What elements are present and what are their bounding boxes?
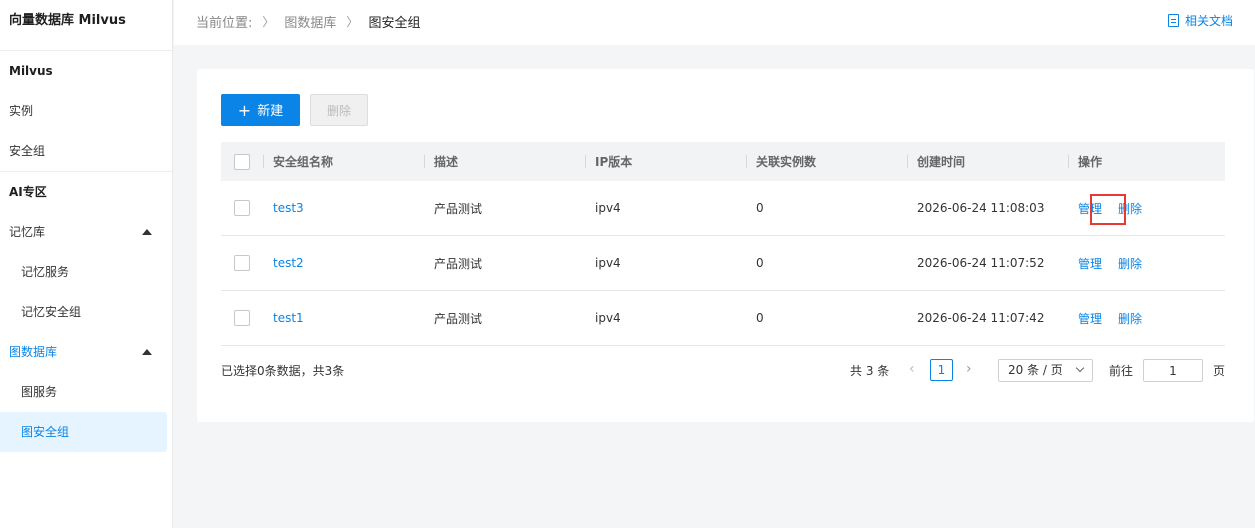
bulk-delete-button[interactable]: 删除: [310, 94, 368, 126]
sg-name-link[interactable]: test3: [273, 201, 304, 215]
breadcrumb: 当前位置: 〉 图数据库 〉 图安全组: [196, 12, 420, 31]
col-op: 操作: [1068, 142, 1225, 181]
highlight-box: [1090, 194, 1126, 225]
sidebar-item-label: 图数据库: [9, 345, 58, 359]
time-cell: 2026-06-24 11:07:52: [917, 256, 1045, 270]
page-unit-label: 页: [1213, 364, 1226, 378]
col-time: 创建时间: [907, 142, 1068, 181]
chevron-down-icon: [1075, 363, 1085, 373]
table-row: test2 产品测试 ipv4 0 2026-06-24 11:07:52 管理…: [221, 236, 1225, 291]
row-checkbox-cell: [221, 236, 263, 290]
caret-up-icon: [142, 349, 152, 355]
name-cell: test1: [263, 291, 424, 345]
time-cell: 2026-06-24 11:08:03: [917, 201, 1045, 215]
sidebar-item-instance[interactable]: 实例: [0, 91, 172, 131]
table-header: 安全组名称 描述 IP版本 关联实例数 创建时间 操作: [221, 142, 1225, 181]
count-cell: 0: [756, 256, 764, 270]
name-cell: test2: [263, 236, 424, 290]
page-size-value: 20 条 / 页: [1008, 363, 1063, 377]
row-checkbox[interactable]: [234, 255, 250, 271]
table-row: test1 产品测试 ipv4 0 2026-06-24 11:07:42 管理…: [221, 291, 1225, 346]
breadcrumb-graph-db[interactable]: 图数据库: [284, 12, 336, 31]
col-name: 安全组名称: [263, 142, 424, 181]
col-ip: IP版本: [585, 142, 746, 181]
total-count: 共 3 条: [850, 364, 890, 378]
top-bar: 当前位置: 〉 图数据库 〉 图安全组 相关文档: [174, 0, 1255, 45]
ip-cell: ipv4: [595, 256, 621, 270]
desc-cell: 产品测试: [434, 256, 483, 271]
sg-name-link[interactable]: test1: [273, 311, 304, 325]
goto-label: 前往: [1109, 364, 1134, 378]
pagination-footer: 已选择0条数据，共3条 共 3 条 ‹ 1 › 20 条 / 页 前往 页: [221, 359, 1226, 382]
sidebar-group-ai: AI专区: [9, 185, 47, 199]
sidebar-group-milvus: Milvus: [9, 64, 53, 78]
breadcrumb-prefix: 当前位置:: [196, 16, 253, 31]
count-cell: 0: [756, 201, 764, 215]
page-button-current[interactable]: 1: [930, 359, 953, 381]
security-group-table: 安全组名称 描述 IP版本 关联实例数 创建时间 操作 test3 产品测试 i…: [221, 142, 1225, 346]
row-checkbox[interactable]: [234, 310, 250, 326]
name-cell: test3: [263, 181, 424, 235]
delete-link[interactable]: 删除: [1118, 255, 1142, 272]
row-checkbox-cell: [221, 181, 263, 235]
chevron-right-icon[interactable]: ›: [966, 361, 972, 377]
new-button-label: 新建: [257, 104, 284, 119]
header-checkbox-cell: [221, 142, 263, 181]
sidebar-item-memory-sg[interactable]: 记忆安全组: [0, 292, 172, 332]
desc-cell: 产品测试: [434, 201, 483, 216]
selection-info: 已选择0条数据，共3条: [221, 364, 345, 378]
col-count: 关联实例数: [746, 142, 907, 181]
chevron-left-icon[interactable]: ‹: [909, 361, 915, 377]
col-desc: 描述: [424, 142, 585, 181]
select-all-checkbox[interactable]: [234, 153, 250, 170]
sidebar-item-graph-sg[interactable]: 图安全组: [0, 412, 167, 452]
row-checkbox-cell: [221, 291, 263, 345]
table-row: test3 产品测试 ipv4 0 2026-06-24 11:08:03 管理…: [221, 181, 1225, 236]
plus-icon: +: [237, 101, 252, 120]
delete-link[interactable]: 删除: [1118, 310, 1142, 327]
page-size-select[interactable]: 20 条 / 页: [998, 359, 1093, 382]
manage-link[interactable]: 管理: [1078, 255, 1102, 272]
row-checkbox[interactable]: [234, 200, 250, 216]
ip-cell: ipv4: [595, 311, 621, 325]
sidebar-item-graph-service[interactable]: 图服务: [0, 372, 172, 412]
chevron-right-icon: 〉: [262, 15, 275, 29]
op-cell: 管理 删除: [1068, 291, 1225, 345]
doc-link-label: 相关文档: [1184, 14, 1233, 28]
desc-cell: 产品测试: [434, 311, 483, 326]
sg-name-link[interactable]: test2: [273, 256, 304, 270]
doc-link[interactable]: 相关文档: [1167, 12, 1233, 29]
breadcrumb-current: 图安全组: [368, 16, 421, 31]
sidebar: 向量数据库 Milvus Milvus 实例 安全组 AI专区 记忆库 记忆服务…: [0, 0, 173, 528]
sidebar-item-security-group[interactable]: 安全组: [0, 131, 172, 171]
sidebar-item-graph-db[interactable]: 图数据库: [0, 332, 172, 372]
main-card: + 新建 删除 安全组名称 描述 IP版本 关联实例数 创建时间 操作 test3…: [197, 69, 1254, 422]
sidebar-item-memory-lib[interactable]: 记忆库: [0, 212, 172, 252]
document-icon: [1167, 14, 1179, 27]
time-cell: 2026-06-24 11:07:42: [917, 311, 1045, 325]
op-cell: 管理 删除: [1068, 236, 1225, 290]
sidebar-item-label: 记忆库: [9, 225, 46, 239]
sidebar-title: 向量数据库 Milvus: [0, 0, 172, 51]
chevron-right-icon: 〉: [346, 15, 359, 29]
count-cell: 0: [756, 311, 764, 325]
caret-up-icon: [142, 229, 152, 235]
goto-page-input[interactable]: [1143, 359, 1203, 382]
manage-link[interactable]: 管理: [1078, 310, 1102, 327]
sidebar-item-memory-service[interactable]: 记忆服务: [0, 252, 172, 292]
ip-cell: ipv4: [595, 201, 621, 215]
new-button[interactable]: + 新建: [221, 94, 300, 126]
